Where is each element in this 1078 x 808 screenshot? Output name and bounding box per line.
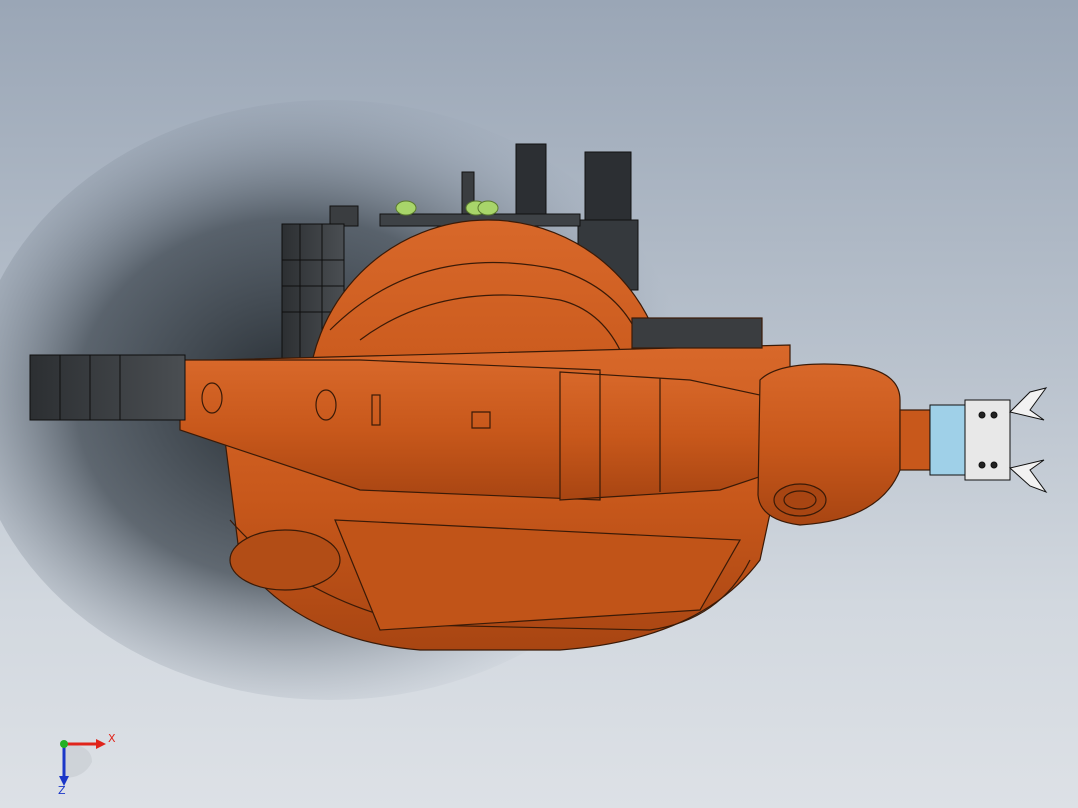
axis-motor-cylinder [29,354,186,421]
triad-shadow [64,744,92,778]
gripper [929,387,1048,494]
z-axis-label: Z [58,784,66,796]
wrist-yoke [757,363,931,526]
robot-model-view[interactable] [0,0,1078,808]
graphics-viewport[interactable]: X Z [0,0,1078,808]
y-axis-dot [60,740,68,748]
x-axis-arrow [96,739,106,749]
orientation-triad[interactable]: X Z [44,726,124,796]
x-axis-label: X [108,732,116,745]
